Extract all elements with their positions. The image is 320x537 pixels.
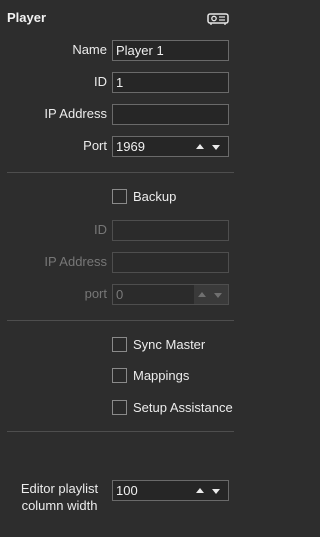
id-label: ID <box>94 74 107 89</box>
section-divider <box>7 431 234 432</box>
ip-address-input[interactable] <box>112 104 229 125</box>
editor-playlist-width-stepper[interactable]: 100 <box>112 480 229 501</box>
id-input[interactable]: 1 <box>112 72 229 93</box>
editor-playlist-width-label: Editor playlist column width <box>12 480 107 514</box>
name-input[interactable]: Player 1 <box>112 40 229 61</box>
backup-id-label: ID <box>94 222 107 237</box>
port-value: 1969 <box>116 139 145 154</box>
decrement-arrow-icon <box>214 293 222 298</box>
port-stepper[interactable]: 1969 <box>112 136 229 157</box>
decrement-arrow-icon[interactable] <box>212 145 220 150</box>
ip-address-label: IP Address <box>44 106 107 121</box>
mappings-checkbox[interactable] <box>112 368 127 383</box>
id-value: 1 <box>116 75 124 90</box>
setup-assistance-label: Setup Assistance <box>133 400 233 415</box>
increment-arrow-icon <box>198 292 206 297</box>
setup-assistance-checkbox[interactable] <box>112 400 127 415</box>
backup-label: Backup <box>133 189 177 204</box>
editor-width-spin-buttons <box>194 488 224 496</box>
mappings-label: Mappings <box>133 368 190 383</box>
sync-master-checkbox[interactable] <box>112 337 127 352</box>
increment-arrow-icon[interactable] <box>196 488 204 493</box>
section-divider <box>7 320 234 321</box>
port-label: Port <box>83 138 107 153</box>
backup-ip-address-label: IP Address <box>44 254 107 269</box>
name-value: Player 1 <box>116 43 164 58</box>
backup-port-label: port <box>84 286 107 301</box>
sync-master-label: Sync Master <box>133 337 206 352</box>
name-label: Name <box>72 42 107 57</box>
projector-icon[interactable] <box>207 12 229 26</box>
backup-checkbox[interactable] <box>112 189 127 204</box>
backup-port-stepper: 0 <box>112 284 229 305</box>
backup-id-input <box>112 220 229 241</box>
decrement-arrow-icon[interactable] <box>212 489 220 494</box>
section-divider <box>7 172 234 173</box>
increment-arrow-icon[interactable] <box>196 144 204 149</box>
editor-label-line2: column width <box>21 498 98 513</box>
editor-label-line1: Editor playlist <box>20 481 99 496</box>
port-spin-buttons <box>194 144 224 152</box>
editor-width-value: 100 <box>116 483 138 498</box>
backup-ip-address-input <box>112 252 229 273</box>
panel-title: Player <box>7 10 47 25</box>
backup-port-spin-buttons <box>194 285 228 304</box>
backup-port-value: 0 <box>116 287 124 302</box>
